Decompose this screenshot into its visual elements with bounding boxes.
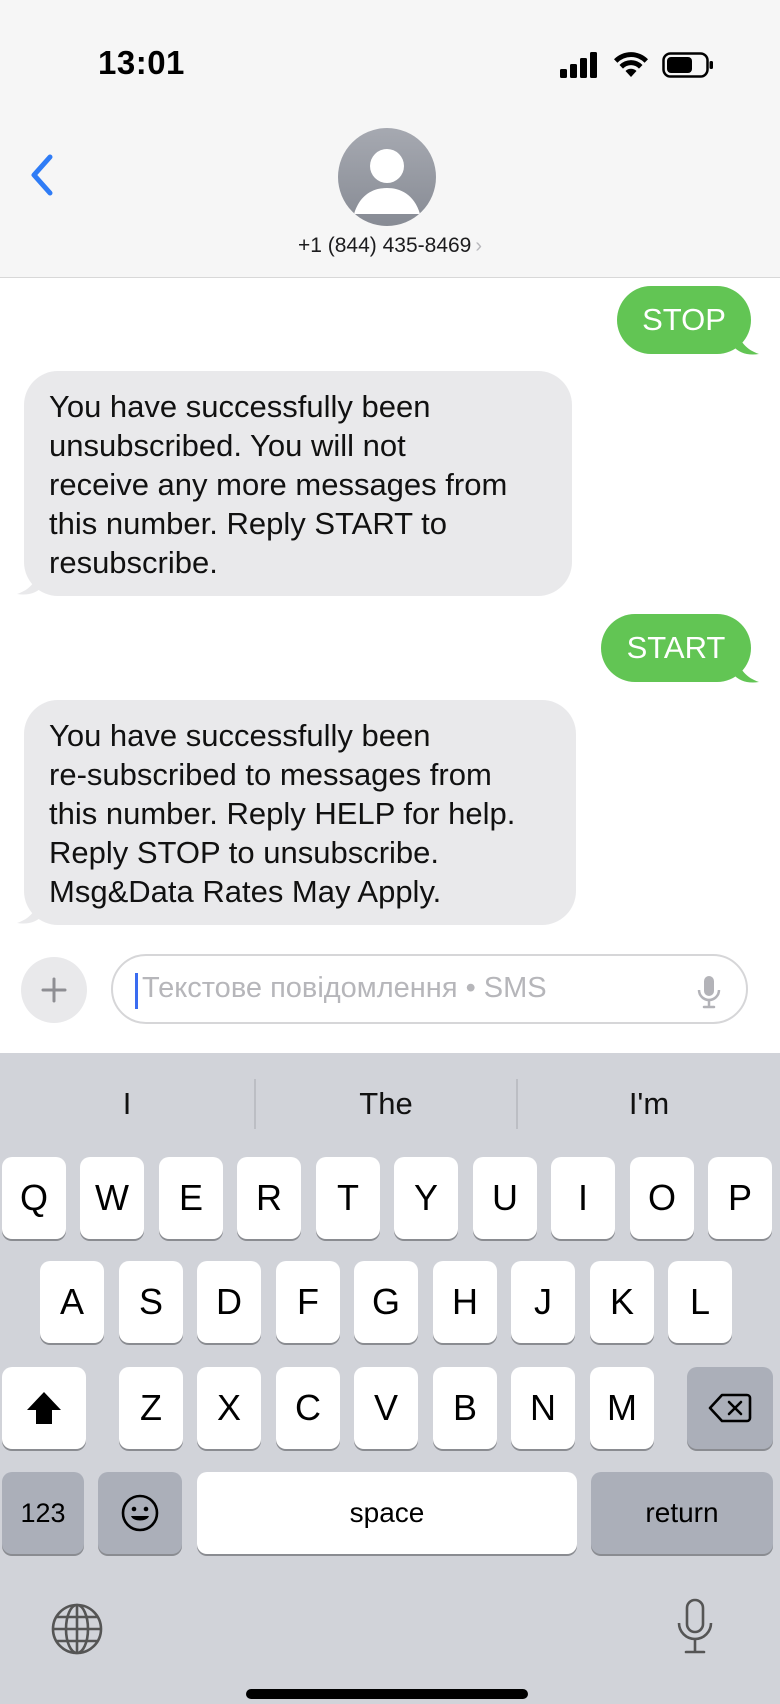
delete-key[interactable] (687, 1367, 773, 1449)
message-line: resubscribe. (49, 545, 218, 580)
key-u[interactable]: U (473, 1157, 537, 1239)
message-line: unsubscribed. You will not (49, 428, 406, 463)
message-line: receive any more messages from (49, 467, 508, 502)
battery-icon (662, 52, 713, 78)
key-j[interactable]: J (511, 1261, 575, 1343)
key-w[interactable]: W (80, 1157, 144, 1239)
text-caret (135, 973, 138, 1009)
conversation-header: 13:01 +1 (844) 435-8469 › (0, 0, 780, 278)
suggestion-3[interactable]: I'm (518, 1079, 780, 1129)
message-line: this number. Reply HELP for help. (49, 796, 516, 831)
key-f[interactable]: F (276, 1261, 340, 1343)
status-time: 13:01 (98, 44, 185, 81)
key-l[interactable]: L (668, 1261, 732, 1343)
key-t[interactable]: T (316, 1157, 380, 1239)
shift-icon (27, 1392, 61, 1424)
key-c[interactable]: C (276, 1367, 340, 1449)
emoji-key[interactable] (98, 1472, 182, 1554)
message-line: You have successfully been (49, 718, 431, 753)
key-y[interactable]: Y (394, 1157, 458, 1239)
key-x[interactable]: X (197, 1367, 261, 1449)
message-line: this number. Reply START to (49, 506, 448, 541)
bubble-tail (17, 895, 41, 924)
plus-icon (41, 977, 67, 1003)
space-key[interactable]: space (197, 1472, 577, 1554)
message-line: Reply STOP to unsubscribe. (49, 835, 439, 870)
key-e[interactable]: E (159, 1157, 223, 1239)
keyboard: I The I'm Q W E R T Y U I O P A S D F G … (0, 1053, 780, 1704)
outgoing-message[interactable]: STOP (617, 286, 751, 354)
key-h[interactable]: H (433, 1261, 497, 1343)
key-z[interactable]: Z (119, 1367, 183, 1449)
contact-name[interactable]: +1 (844) 435-8469 › (0, 234, 780, 258)
status-icons (560, 48, 714, 82)
bubble-tail (735, 326, 759, 355)
mic-icon[interactable] (696, 974, 722, 1010)
key-r[interactable]: R (237, 1157, 301, 1239)
back-chevron-icon[interactable] (24, 150, 64, 200)
suggestion-2[interactable]: The (256, 1079, 516, 1129)
message-input[interactable]: Текстове повідомлення • SMS (111, 954, 748, 1024)
bubble-tail (17, 566, 41, 595)
message-line: Msg&Data Rates May Apply. (49, 874, 442, 909)
key-o[interactable]: O (630, 1157, 694, 1239)
key-n[interactable]: N (511, 1367, 575, 1449)
signal-icon (560, 52, 597, 78)
incoming-message[interactable]: You have successfully been unsubscribed.… (24, 371, 572, 596)
incoming-message[interactable]: You have successfully been re-subscribed… (24, 700, 576, 925)
key-b[interactable]: B (433, 1367, 497, 1449)
message-placeholder: Текстове повідомлення • SMS (142, 972, 547, 1004)
message-text: STOP (642, 302, 726, 337)
key-v[interactable]: V (354, 1367, 418, 1449)
key-g[interactable]: G (354, 1261, 418, 1343)
delete-icon (708, 1393, 752, 1423)
key-s[interactable]: S (119, 1261, 183, 1343)
emoji-icon (121, 1494, 159, 1532)
dictation-icon[interactable] (674, 1598, 716, 1656)
wifi-icon (614, 52, 648, 77)
message-text: START (626, 630, 726, 665)
home-indicator[interactable] (246, 1689, 528, 1699)
suggestion-1[interactable]: I (0, 1079, 254, 1129)
numbers-key[interactable]: 123 (2, 1472, 84, 1554)
contact-chevron-icon: › (475, 235, 483, 257)
key-i[interactable]: I (551, 1157, 615, 1239)
key-m[interactable]: M (590, 1367, 654, 1449)
return-key[interactable]: return (591, 1472, 773, 1554)
bubble-tail (735, 654, 759, 683)
key-d[interactable]: D (197, 1261, 261, 1343)
contact-number: +1 (844) 435-8469 (297, 234, 472, 257)
message-line: re-subscribed to messages from (49, 757, 492, 792)
globe-icon[interactable] (50, 1602, 104, 1656)
key-p[interactable]: P (708, 1157, 772, 1239)
avatar-icon (354, 149, 420, 214)
outgoing-message[interactable]: START (601, 614, 751, 682)
shift-key[interactable] (2, 1367, 86, 1449)
key-a[interactable]: A (40, 1261, 104, 1343)
apps-plus-button[interactable] (21, 957, 87, 1023)
message-line: You have successfully been (49, 389, 431, 424)
key-k[interactable]: K (590, 1261, 654, 1343)
contact-avatar[interactable] (338, 128, 436, 226)
key-q[interactable]: Q (2, 1157, 66, 1239)
